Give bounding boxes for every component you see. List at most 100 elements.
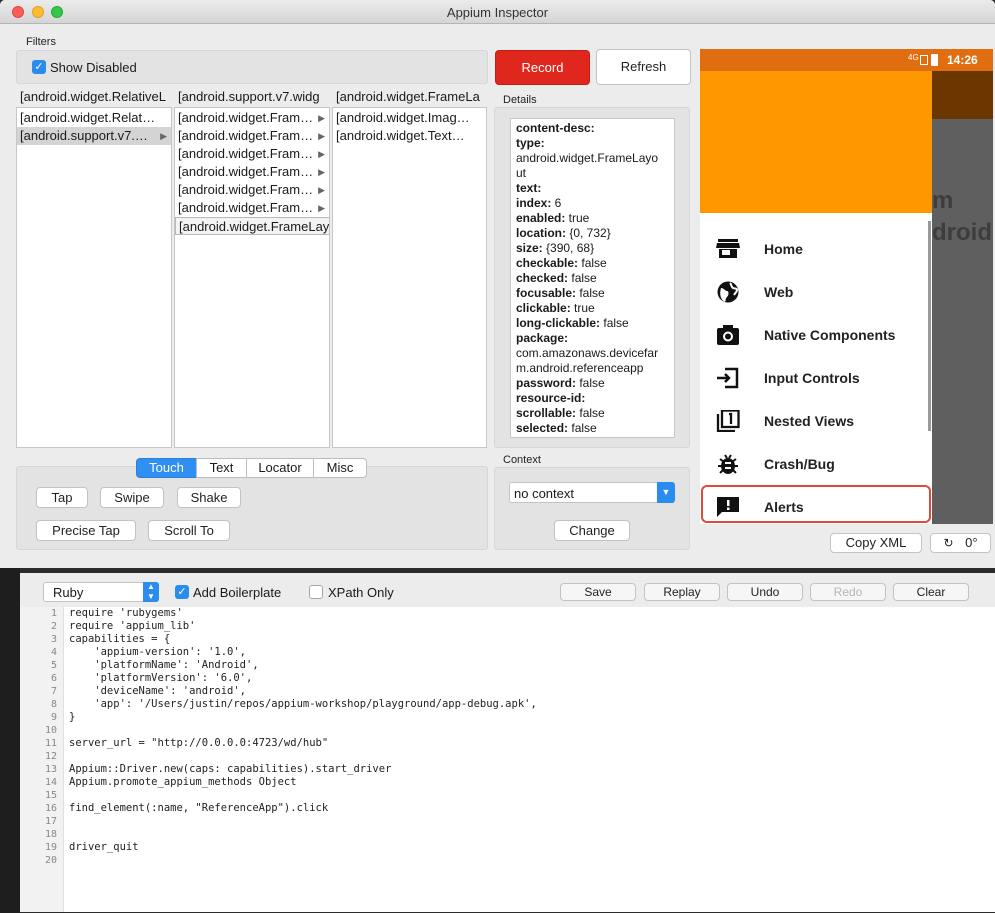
line-number: 15 [44,790,57,801]
tree-node-label: [android.widget.Text… [336,128,465,143]
language-value: Ruby [53,585,84,600]
inspector-window: Appium Inspector Filters ✓ Show Disabled… [0,0,995,568]
tree-node-label: [android.widget.Fram… [178,128,314,143]
app-toolbar-shaded [932,71,993,119]
detail-row: android.widget.FrameLayo [516,151,669,166]
detail-row: content-desc: [516,121,669,136]
detail-value: false [576,376,605,390]
show-disabled-checkbox[interactable]: ✓ [32,60,46,74]
context-label: Context [503,454,541,466]
change-context-button[interactable]: Change [554,520,630,541]
detail-row: selected: false [516,421,669,436]
details-label: Details [503,94,537,106]
line-number: 8 [50,699,57,710]
detail-value: true [570,301,595,315]
tree-node[interactable]: [android.widget.Text… [333,127,486,145]
detail-key: selected: [516,421,569,435]
line-number: 5 [50,660,57,671]
redo-button[interactable]: Redo [810,583,886,601]
tree-node[interactable]: [android.widget.Relat… [17,109,171,127]
save-button[interactable]: Save [560,583,636,601]
tree-node[interactable]: [android.widget.Fram… ▶ [175,199,329,217]
precise-tap-button[interactable]: Precise Tap [36,520,136,541]
left-gutter-strip [0,568,20,913]
tap-button[interactable]: Tap [36,487,88,508]
tree-node[interactable]: [android.widget.Fram… ▶ [175,181,329,199]
filters-label: Filters [26,36,56,48]
tree-node-label: [android.widget.Imag… [336,110,470,125]
tree-node[interactable]: [android.widget.Fram… ▶ [175,127,329,145]
tab-touch[interactable]: Touch [136,458,197,478]
detail-key: text: [516,181,542,195]
tree-node[interactable]: [android.widget.Fram… ▶ [175,145,329,163]
record-button[interactable]: Record [495,50,590,85]
detail-value: com.amazonaws.devicefar [516,346,659,360]
rotate-button[interactable]: ↻ 0° [930,533,991,553]
context-select-value: no context [514,486,574,501]
tree-column-1[interactable]: [android.widget.Relat… [android.support.… [16,107,172,448]
drawer-item-nested-views[interactable]: Nested Views [700,400,932,442]
drawer-item-native-components[interactable]: Native Components [700,314,932,356]
detail-row: com.amazonaws.devicefar [516,346,669,361]
add-boilerplate-checkbox[interactable]: ✓ [175,585,189,599]
scroll-to-button[interactable]: Scroll To [148,520,230,541]
drawer-item-crash-bug[interactable]: Crash/Bug [700,443,932,485]
line-number: 2 [50,621,57,632]
undo-button[interactable]: Undo [727,583,803,601]
column-header-3: [android.widget.FrameLa [336,89,480,104]
tab-misc[interactable]: Misc [313,458,367,478]
refresh-button[interactable]: Refresh [596,49,691,85]
detail-key: size: [516,241,543,255]
copy-xml-button[interactable]: Copy XML [830,533,922,553]
tree-node-label: [android.widget.Relat… [20,110,156,125]
title-bar: Appium Inspector [0,0,995,24]
line-number: 11 [44,738,57,749]
detail-row: clickable: true [516,301,669,316]
device-screenshot[interactable]: 4G 14:26 m droid Home Web Native Componen… [700,49,993,524]
line-number: 1 [50,608,57,619]
chevron-updown-icon: ▲ ▼ [143,582,159,602]
tree-node-selected[interactable]: [android.widget.FrameLayout] [175,217,329,235]
app-content-shaded: m droid [932,119,993,524]
code-editor[interactable]: 1 2 3 4 5 6 7 8 9 10 11 12 13 14 15 16 17 18 19 20 require … [20,607,995,912]
detail-key: long-clickable: [516,316,601,330]
swipe-button[interactable]: Swipe [100,487,164,508]
replay-button[interactable]: Replay [644,583,720,601]
tree-node-label: [android.widget.Fram… [178,110,314,125]
code-text[interactable]: require 'rubygems' require 'appium_lib' ca… [69,607,537,867]
drawer-item-input-controls[interactable]: Input Controls [700,357,932,399]
drawer-item-web[interactable]: Web [700,271,932,313]
context-select[interactable]: no context ▼ [509,482,675,503]
globe-icon [717,281,739,303]
tab-text[interactable]: Text [196,458,247,478]
tab-locator[interactable]: Locator [246,458,314,478]
drawer-item-home[interactable]: Home [700,228,932,270]
tree-node[interactable]: [android.widget.Imag… [333,109,486,127]
clear-button[interactable]: Clear [893,583,969,601]
detail-key: focusable: [516,286,577,300]
detail-key: location: [516,226,566,240]
line-numbers: 1 2 3 4 5 6 7 8 9 10 11 12 13 14 15 16 17 18 19 20 [20,607,64,912]
tree-column-3[interactable]: [android.widget.Imag… [android.widget.Te… [332,107,487,448]
code-line: } [69,711,76,723]
detail-key: clickable: [516,301,571,315]
code-line: Appium::Driver.new(caps: capabilities).s… [69,763,392,775]
detail-row: ut [516,166,669,181]
drawer-item-label: Home [764,241,803,257]
tree-node-selected[interactable]: [android.support.v7.… ▶ [17,127,171,145]
tree-column-2[interactable]: [android.widget.Fram… ▶ [android.widget.F… [174,107,330,448]
detail-row: m.android.referenceapp [516,361,669,376]
expand-arrow-icon: ▶ [160,131,167,141]
shake-button[interactable]: Shake [177,487,241,508]
xpath-only-checkbox[interactable] [309,585,323,599]
detail-row: enabled: true [516,211,669,226]
detail-row: long-clickable: false [516,316,669,331]
language-select[interactable]: Ruby ▲ ▼ [43,582,159,602]
tree-node[interactable]: [android.widget.Fram… ▶ [175,163,329,181]
window-title: Appium Inspector [446,5,549,20]
camera-icon [717,325,739,345]
detail-row: package: [516,331,669,346]
tree-node[interactable]: [android.widget.Fram… ▶ [175,109,329,127]
